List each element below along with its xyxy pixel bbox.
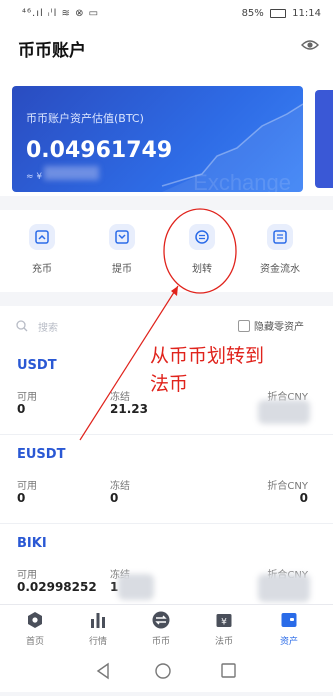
frozen-value: 0 (110, 491, 119, 505)
exchange-icon (136, 610, 186, 630)
tab-label: 首页 (25, 637, 44, 647)
status-right: 85% 11:14 (242, 8, 321, 19)
transfer-button[interactable]: 划转 (172, 224, 232, 275)
asset-card: 币币账户资产估值(BTC) 0.04961749 ≈ ¥ Exchange (12, 86, 303, 192)
tab-label: 行情 (88, 637, 107, 647)
page-title: 币币账户 (18, 41, 86, 61)
hide-zero-label[interactable]: 隐藏零资产 (254, 318, 304, 333)
battery-icon (269, 8, 286, 18)
available-label: 可用 (17, 481, 37, 492)
search-icon (16, 320, 28, 332)
svg-text:¥: ¥ (221, 618, 227, 628)
tab-fiat[interactable]: ¥ 法币 (199, 610, 249, 647)
annotation-line-2: 法币 (150, 373, 189, 395)
asset-approx: ≈ ¥ (26, 172, 43, 182)
system-nav-bar (0, 650, 333, 692)
cny-label: 折合CNY (267, 481, 308, 492)
list-item[interactable]: BIKI 可用 冻结 折合CNY 0.02998252 1 (0, 524, 333, 613)
hidden-cny-value (44, 166, 99, 180)
list-item[interactable]: EUSDT 可用 冻结 折合CNY 0 0 0 (0, 435, 333, 524)
eye-icon[interactable] (301, 38, 319, 52)
assets-icon (264, 610, 314, 630)
card-watermark: Exchange (193, 170, 291, 192)
coin-name: EUSDT (17, 447, 66, 462)
deposit-button[interactable]: 充币 (12, 224, 72, 275)
status-bar: ⁴⁶.ıl ᵢᴵl ≋ ⊗ ▭ 85% 11:14 (0, 0, 333, 28)
system-nav-icons (96, 662, 236, 680)
recents-icon[interactable] (221, 663, 236, 678)
home-icon (10, 610, 60, 630)
signal-indicators: ⁴⁶.ıl ᵢᴵl ≋ ⊗ ▭ (22, 8, 100, 19)
frozen-label: 冻结 (110, 392, 130, 403)
transfer-label: 划转 (192, 264, 212, 275)
available-label: 可用 (17, 570, 37, 581)
ledger-button[interactable]: 资金流水 (250, 224, 310, 275)
available-value: 0 (17, 491, 26, 505)
tab-exchange[interactable]: 币币 (136, 610, 186, 647)
ledger-icon (267, 224, 293, 250)
available-value: 0.02998252 (17, 580, 97, 594)
home-nav-icon[interactable] (155, 663, 171, 679)
withdraw-label: 提币 (112, 264, 132, 275)
available-label: 可用 (17, 392, 37, 403)
clock: 11:14 (292, 8, 321, 19)
withdraw-icon (109, 224, 135, 250)
annotation-line-1: 从币币划转到 (150, 345, 265, 367)
deposit-label: 充币 (32, 264, 52, 275)
hide-zero-checkbox[interactable] (238, 320, 250, 332)
withdraw-button[interactable]: 提币 (92, 224, 152, 275)
transfer-icon (189, 224, 215, 250)
tab-label: 法币 (214, 637, 233, 647)
tab-home[interactable]: 首页 (10, 610, 60, 647)
coin-name: BIKI (17, 536, 47, 551)
frozen-label: 冻结 (110, 481, 130, 492)
action-row: 充币 提币 划转 资金流水 (0, 210, 333, 292)
coin-name: USDT (17, 358, 57, 373)
hidden-cny-value (258, 400, 310, 424)
asset-value: 0.04961749 (26, 138, 173, 163)
ledger-label: 资金流水 (260, 264, 300, 275)
frozen-value: 21.23 (110, 402, 148, 416)
fiat-icon: ¥ (199, 610, 249, 630)
asset-label: 币币账户资产估值(BTC) (26, 112, 144, 125)
back-icon[interactable] (96, 662, 109, 680)
hidden-frozen-value (118, 574, 154, 600)
search-row: 搜索 隐藏零资产 (0, 306, 333, 346)
tab-assets[interactable]: 资产 (264, 610, 314, 647)
search-input[interactable]: 搜索 (38, 319, 58, 334)
market-icon (73, 610, 123, 630)
page-header: 币币账户 (0, 28, 333, 76)
hidden-cny-value (258, 574, 310, 602)
tab-market[interactable]: 行情 (73, 610, 123, 647)
next-card-edge[interactable] (315, 90, 333, 188)
annotation-text: 从币币划转到 法币 (150, 342, 264, 398)
cny-value: 0 (299, 491, 308, 505)
available-value: 0 (17, 402, 26, 416)
tab-label: 资产 (279, 637, 298, 647)
battery-percent: 85% (241, 8, 264, 19)
asset-card-area: 币币账户资产估值(BTC) 0.04961749 ≈ ¥ Exchange (0, 76, 333, 196)
bottom-tab-bar: 首页 行情 币币 ¥ 法币 资产 (0, 604, 333, 651)
deposit-icon (29, 224, 55, 250)
tab-label: 币币 (151, 637, 170, 647)
